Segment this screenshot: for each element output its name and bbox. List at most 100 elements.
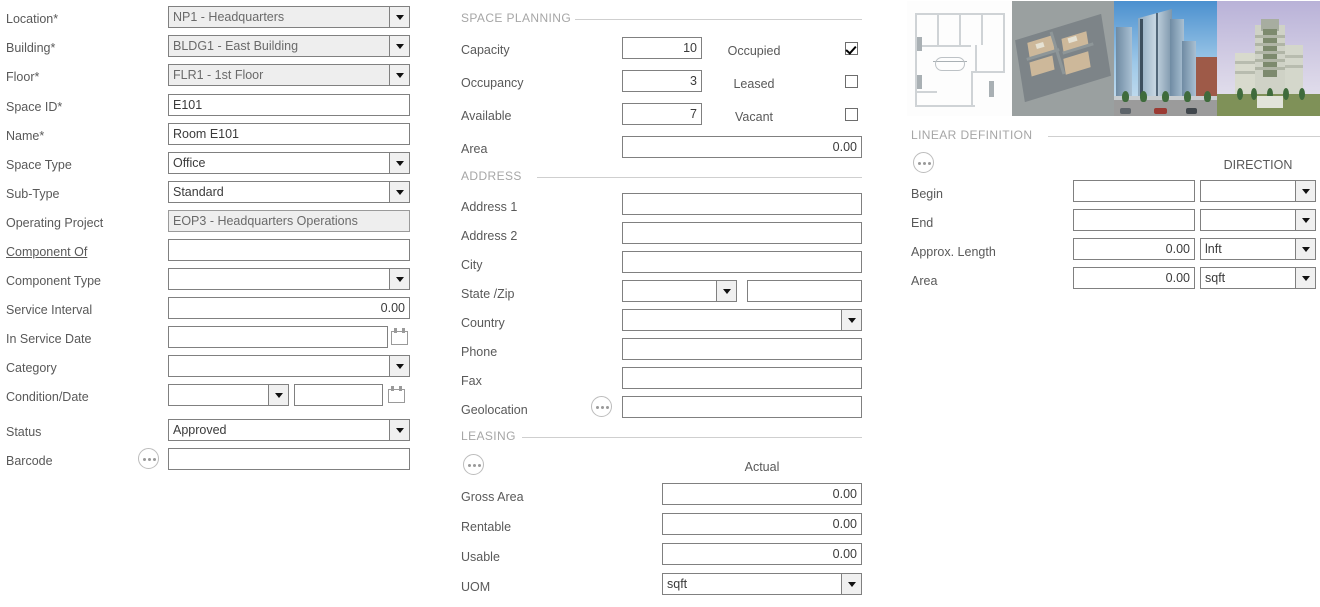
field-label-name: Name* <box>6 128 44 144</box>
begin-direction-combo[interactable] <box>1200 180 1316 202</box>
occupied-checkbox[interactable] <box>845 42 858 55</box>
address-2-input[interactable] <box>622 222 862 244</box>
address-1-input[interactable] <box>622 193 862 215</box>
field-label-area: Area <box>461 141 487 157</box>
chevron-down-icon[interactable] <box>389 6 410 28</box>
field-label-space-type: Space Type <box>6 157 72 173</box>
chevron-down-icon[interactable] <box>389 268 410 290</box>
sub-type-combo[interactable]: Standard <box>168 181 410 203</box>
field-label-operating-project: Operating Project <box>6 215 103 231</box>
barcode-ellipsis-icon[interactable] <box>138 448 159 469</box>
linear-definition-ellipsis-icon[interactable] <box>913 152 934 173</box>
field-label-usable: Usable <box>461 549 500 565</box>
phone-input[interactable] <box>622 338 862 360</box>
in-service-date-input[interactable] <box>168 326 388 348</box>
leased-checkbox[interactable] <box>845 75 858 88</box>
condition-combo[interactable] <box>168 384 289 406</box>
end-input[interactable] <box>1073 209 1195 231</box>
chevron-down-icon[interactable] <box>1295 267 1316 289</box>
field-label-city: City <box>461 257 483 273</box>
state-combo[interactable] <box>622 280 737 302</box>
end-direction-combo[interactable] <box>1200 209 1316 231</box>
space-id-input[interactable]: E101 <box>168 94 410 116</box>
field-label-service-interval: Service Interval <box>6 302 92 318</box>
status-combo[interactable]: Approved <box>168 419 410 441</box>
chevron-down-icon[interactable] <box>389 64 410 86</box>
occupancy-input[interactable]: 3 <box>622 70 702 92</box>
chevron-down-icon[interactable] <box>1295 238 1316 260</box>
approx-length-unit-combo[interactable]: lnft <box>1200 238 1316 260</box>
geolocation-input[interactable] <box>622 396 862 418</box>
country-combo[interactable] <box>622 309 862 331</box>
condition-date-input[interactable] <box>294 384 383 406</box>
service-interval-input[interactable]: 0.00 <box>168 297 410 319</box>
field-label-building: Building* <box>6 40 55 56</box>
gross-area-input[interactable]: 0.00 <box>662 483 862 505</box>
approx-length-input[interactable]: 0.00 <box>1073 238 1195 260</box>
calendar-icon[interactable] <box>391 328 408 345</box>
thumbnail-building-photo-tower[interactable] <box>1114 1 1217 116</box>
thumbnail-isometric-floor-render[interactable] <box>1012 1 1114 116</box>
chevron-down-icon[interactable] <box>841 309 862 331</box>
linear-area-unit-combo[interactable]: sqft <box>1200 267 1316 289</box>
chevron-down-icon[interactable] <box>268 384 289 406</box>
leasing-ellipsis-icon[interactable] <box>463 454 484 475</box>
capacity-input[interactable]: 10 <box>622 37 702 59</box>
location-value: NP1 - Headquarters <box>168 6 389 28</box>
category-combo[interactable] <box>168 355 410 377</box>
chevron-down-icon[interactable] <box>389 152 410 174</box>
building-combo[interactable]: BLDG1 - East Building <box>168 35 410 57</box>
building-value: BLDG1 - East Building <box>168 35 389 57</box>
vacant-checkbox[interactable] <box>845 108 858 121</box>
field-label-condition-date: Condition/Date <box>6 389 89 405</box>
field-label-status: Status <box>6 424 41 440</box>
field-label-in-service-date: In Service Date <box>6 331 91 347</box>
floor-combo[interactable]: FLR1 - 1st Floor <box>168 64 410 86</box>
country-value <box>622 309 841 331</box>
field-label-address-2: Address 2 <box>461 228 517 244</box>
zip-input[interactable] <box>747 280 862 302</box>
chevron-down-icon[interactable] <box>1295 180 1316 202</box>
leasing-column-header-actual: Actual <box>662 459 862 475</box>
location-combo[interactable]: NP1 - Headquarters <box>168 6 410 28</box>
chevron-down-icon[interactable] <box>716 280 737 302</box>
name-input[interactable]: Room E101 <box>168 123 410 145</box>
field-label-component-type: Component Type <box>6 273 101 289</box>
field-label-barcode: Barcode <box>6 453 53 469</box>
usable-input[interactable]: 0.00 <box>662 543 862 565</box>
category-value <box>168 355 389 377</box>
fax-input[interactable] <box>622 367 862 389</box>
sub-type-value: Standard <box>168 181 389 203</box>
thumbnail-building-rendering-elevation[interactable] <box>1217 1 1320 116</box>
chevron-down-icon[interactable] <box>389 35 410 57</box>
area-input[interactable]: 0.00 <box>622 136 862 158</box>
field-label-sub-type: Sub-Type <box>6 186 60 202</box>
begin-input[interactable] <box>1073 180 1195 202</box>
uom-value: sqft <box>662 573 841 595</box>
field-label-country: Country <box>461 315 505 331</box>
component-type-combo[interactable] <box>168 268 410 290</box>
chevron-down-icon[interactable] <box>389 181 410 203</box>
status-value: Approved <box>168 419 389 441</box>
uom-combo[interactable]: sqft <box>662 573 862 595</box>
available-input[interactable]: 7 <box>622 103 702 125</box>
barcode-input[interactable] <box>168 448 410 470</box>
geolocation-ellipsis-icon[interactable] <box>591 396 612 417</box>
thumbnail-strip <box>907 1 1320 116</box>
chevron-down-icon[interactable] <box>389 419 410 441</box>
city-input[interactable] <box>622 251 862 273</box>
linear-area-input[interactable]: 0.00 <box>1073 267 1195 289</box>
thumbnail-floor-plan-drawing[interactable] <box>907 1 1012 116</box>
end-direction-value <box>1200 209 1295 231</box>
component-of-input[interactable] <box>168 239 410 261</box>
space-type-value: Office <box>168 152 389 174</box>
rentable-input[interactable]: 0.00 <box>662 513 862 535</box>
chevron-down-icon[interactable] <box>1295 209 1316 231</box>
space-type-combo[interactable]: Office <box>168 152 410 174</box>
calendar-icon[interactable] <box>388 386 405 403</box>
field-label-component-of-link[interactable]: Component Of <box>6 244 87 260</box>
field-label-end: End <box>911 215 933 231</box>
field-label-geolocation: Geolocation <box>461 402 528 418</box>
chevron-down-icon[interactable] <box>389 355 410 377</box>
chevron-down-icon[interactable] <box>841 573 862 595</box>
